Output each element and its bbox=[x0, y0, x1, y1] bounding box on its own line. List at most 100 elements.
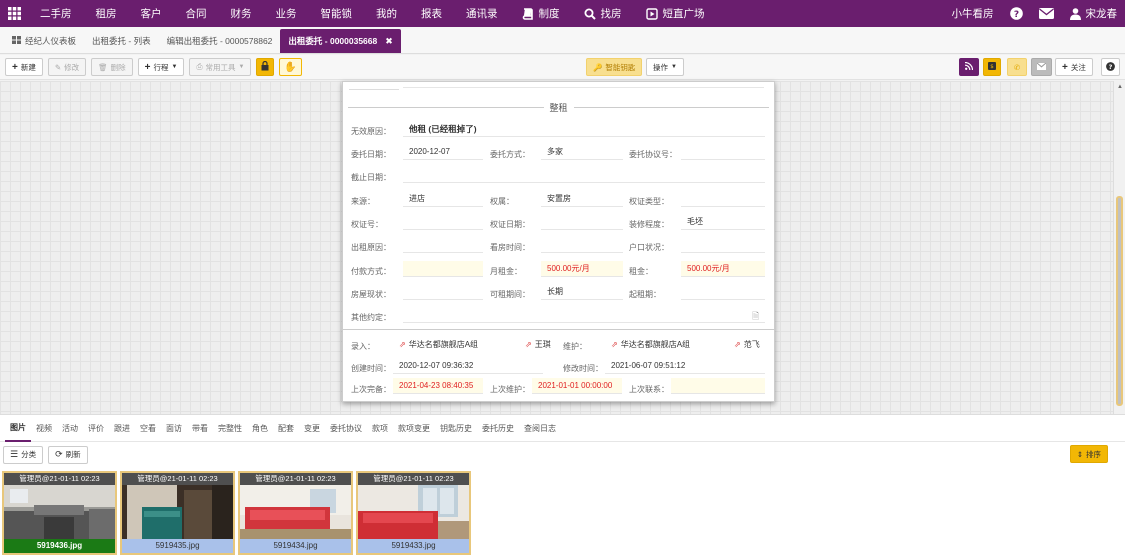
mail-icon[interactable] bbox=[1031, 0, 1062, 27]
entrust-method-label: 委托方式： bbox=[490, 150, 530, 159]
edit-button[interactable]: ✎ 修改 bbox=[47, 58, 87, 76]
photo-thumbnail[interactable]: 管理员@21-01-11 02:23 5919435.jpg bbox=[120, 471, 235, 555]
sms-icon: $ bbox=[988, 62, 996, 72]
edit-icon: ✎ bbox=[54, 62, 62, 72]
nav-item-mine[interactable]: 我的 bbox=[364, 0, 409, 27]
svg-text:$: $ bbox=[990, 64, 994, 70]
app-grid-icon[interactable] bbox=[0, 0, 28, 27]
plus-icon: + bbox=[12, 61, 18, 73]
nav-item-smartlock[interactable]: 智能锁 bbox=[309, 0, 365, 27]
nav-item-find-house[interactable]: 找房 bbox=[572, 0, 634, 27]
maintain-shop-link[interactable]: ⇗ 华达名都旗舰店A组 bbox=[605, 336, 745, 352]
scroll-up-icon[interactable]: ▲ bbox=[1117, 84, 1123, 90]
rss-button[interactable] bbox=[959, 58, 979, 76]
close-tab-icon[interactable]: ✖ bbox=[385, 36, 393, 47]
new-button[interactable]: + 新建 bbox=[5, 58, 43, 76]
photo-thumbnail[interactable]: 管理员@21-01-11 02:23 5919433.jpg bbox=[356, 471, 471, 555]
house-status-value bbox=[403, 284, 483, 300]
svg-text:?: ? bbox=[1109, 63, 1113, 71]
email-button[interactable] bbox=[1031, 58, 1052, 76]
photo-thumbnail[interactable]: 管理员@21-01-11 02:23 5919434.jpg bbox=[238, 471, 353, 555]
tab-changes[interactable]: 变更 bbox=[299, 415, 325, 442]
tab-photos[interactable]: 图片 bbox=[5, 415, 31, 442]
tab-dashboard[interactable]: 经纪人仪表板 bbox=[4, 29, 84, 53]
nav-item-yewu[interactable]: 业务 bbox=[264, 0, 309, 27]
entrust-date-value: 2020-12-07 bbox=[403, 144, 483, 160]
sort-button[interactable]: ⇕ 排序 bbox=[1069, 445, 1108, 463]
document-icon[interactable]: 🗎 bbox=[752, 309, 759, 325]
cert-date-label: 权证日期： bbox=[490, 220, 530, 229]
nav-item-kehu[interactable]: 客户 bbox=[129, 0, 174, 27]
help-button[interactable]: ? bbox=[1101, 58, 1120, 76]
lock-icon bbox=[261, 60, 269, 73]
tab-showing[interactable]: 带看 bbox=[187, 415, 213, 442]
tab-payment-changes[interactable]: 款项变更 bbox=[393, 415, 435, 442]
user-menu[interactable]: 宋龙春 bbox=[1062, 0, 1125, 27]
nav-item-caiwu[interactable]: 财务 bbox=[219, 0, 264, 27]
tab-activity[interactable]: 活动 bbox=[57, 415, 83, 442]
external-link-icon: ⇗ bbox=[611, 339, 618, 349]
created-value: 2020-12-07 09:36:32 bbox=[393, 358, 543, 374]
caret-down-icon: ▼ bbox=[238, 64, 245, 70]
nav-item-video-square[interactable]: 短直广场 bbox=[634, 0, 717, 27]
tab-empty-view[interactable]: 空看 bbox=[135, 415, 161, 442]
tab-completeness[interactable]: 完整性 bbox=[213, 415, 247, 442]
cut-off-underline bbox=[403, 87, 764, 88]
source-label: 来源： bbox=[351, 197, 375, 206]
tab-interview[interactable]: 面访 bbox=[161, 415, 187, 442]
cert-date-value bbox=[541, 214, 623, 230]
phone-button[interactable]: ✆ bbox=[1007, 58, 1028, 76]
common-tools-button[interactable]: ⎙ 常用工具 ▼ bbox=[189, 58, 252, 76]
tab-followup[interactable]: 跟进 bbox=[109, 415, 135, 442]
question-icon: ? bbox=[1106, 61, 1115, 73]
list-icon: ☰ bbox=[10, 449, 19, 459]
scrollbar-thumb[interactable] bbox=[1116, 196, 1123, 406]
nav-item-zufang[interactable]: 租房 bbox=[84, 0, 129, 27]
refresh-button[interactable]: ⟳ 刷新 bbox=[48, 445, 88, 464]
tab-facilities[interactable]: 配套 bbox=[273, 415, 299, 442]
tab-view-log[interactable]: 查阅日志 bbox=[519, 415, 561, 442]
section-divider-left bbox=[348, 106, 544, 108]
bathroom-photo bbox=[122, 485, 233, 539]
tab-payments[interactable]: 款项 bbox=[367, 415, 393, 442]
nav-item-ershoufang[interactable]: 二手房 bbox=[28, 0, 84, 27]
monthly-rent-value: 500.00元/月 bbox=[541, 261, 623, 277]
brand-link[interactable]: 小牛看房 bbox=[944, 0, 1002, 27]
schedule-button[interactable]: + 行程 ▼ bbox=[137, 58, 185, 76]
tab-key-history[interactable]: 钥匙历史 bbox=[435, 415, 477, 442]
tab-review[interactable]: 评价 bbox=[83, 415, 109, 442]
nav-item-report[interactable]: 报表 bbox=[409, 0, 454, 27]
tab-roles[interactable]: 角色 bbox=[247, 415, 273, 442]
nav-item-contacts[interactable]: 通讯录 bbox=[454, 0, 510, 27]
tab-rent-entrust-detail[interactable]: 出租委托 - 0000035668 ✖ bbox=[280, 29, 401, 53]
tab-rent-entrust-list[interactable]: 出租委托 - 列表 bbox=[84, 29, 159, 53]
follow-button[interactable]: + 关注 bbox=[1055, 58, 1093, 76]
operate-dropdown[interactable]: 操作 ▼ bbox=[646, 58, 684, 76]
classify-button[interactable]: ☰ 分类 bbox=[3, 445, 44, 464]
last-complete-label: 上次完备： bbox=[351, 385, 391, 394]
tab-entrust-agreement[interactable]: 委托协议 bbox=[325, 415, 367, 442]
maintain-person-link[interactable]: ⇗ 范飞 bbox=[728, 336, 773, 352]
nav-item-rules[interactable]: 制度 bbox=[510, 0, 572, 27]
nav-item-hetong[interactable]: 合同 bbox=[174, 0, 219, 27]
vertical-scrollbar[interactable]: ▲ bbox=[1113, 81, 1125, 414]
smart-key-button[interactable]: 🔑 智能钥匙 bbox=[586, 58, 643, 76]
photo-filename: 5919435.jpg bbox=[122, 539, 233, 553]
entrust-method-value: 多家 bbox=[541, 144, 623, 160]
invalid-reason-value: 他租 (已经租掉了) bbox=[403, 121, 765, 137]
entrust-no-value bbox=[681, 144, 765, 160]
tab-entrust-history[interactable]: 委托历史 bbox=[477, 415, 519, 442]
help-icon[interactable]: ? bbox=[1002, 0, 1031, 27]
photo-filename: 5919433.jpg bbox=[358, 539, 469, 553]
hand-button[interactable]: ✋ bbox=[279, 58, 302, 76]
sms-button[interactable]: $ bbox=[983, 58, 1001, 76]
tab-edit-rent-entrust[interactable]: 编辑出租委托 - 0000578862 bbox=[159, 29, 281, 53]
lock-button[interactable] bbox=[256, 58, 275, 76]
hukou-value bbox=[681, 237, 765, 253]
decoration-value: 毛坯 bbox=[681, 214, 765, 230]
tab-video[interactable]: 视频 bbox=[31, 415, 57, 442]
pay-method-label: 付款方式： bbox=[351, 267, 391, 276]
photo-thumbnail[interactable]: 管理员@21-01-11 02:23 5919436.jpg bbox=[2, 471, 117, 555]
delete-button[interactable]: 🗑 删除 bbox=[91, 58, 133, 76]
dashboard-icon bbox=[12, 36, 21, 46]
